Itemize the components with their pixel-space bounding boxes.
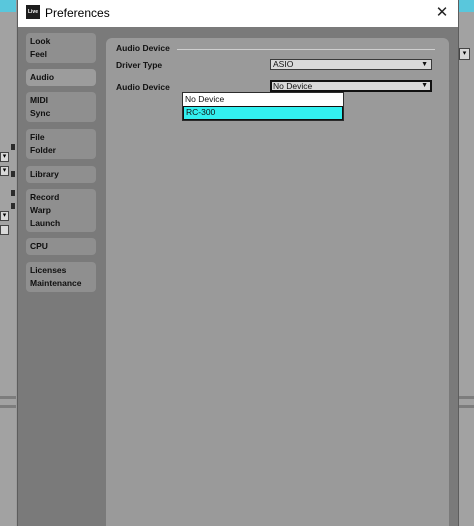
tab-label: Library xyxy=(30,169,59,179)
tab-library[interactable]: Library xyxy=(26,166,96,183)
tab-cpu[interactable]: CPU xyxy=(26,238,96,255)
app-logo-icon: Live xyxy=(26,5,40,19)
close-icon: ✕ xyxy=(435,4,449,21)
tab-label: MIDI xyxy=(30,95,48,105)
background-divider xyxy=(0,396,16,399)
background-marker xyxy=(11,203,15,209)
tab-licenses-maintenance[interactable]: Licenses Maintenance xyxy=(26,262,96,292)
background-dropdown[interactable]: ▾ xyxy=(459,48,470,60)
audio-device-menu: No Device RC-300 xyxy=(182,92,344,121)
audio-device-label: Audio Device xyxy=(116,82,170,92)
audio-device-dropdown[interactable]: No Device ▼ xyxy=(270,80,432,92)
background-app-left: ▾ ▾ ▾ xyxy=(0,0,16,526)
chevron-down-icon: ▼ xyxy=(421,61,428,68)
tab-label: Maintenance xyxy=(30,278,82,288)
tab-label: Audio xyxy=(30,72,55,82)
background-marker xyxy=(11,171,15,177)
chevron-down-icon: ▼ xyxy=(421,82,428,89)
section-divider xyxy=(177,49,435,50)
driver-type-value: ASIO xyxy=(273,59,294,69)
menu-item-rc-300[interactable]: RC-300 xyxy=(183,106,343,120)
tab-look-feel[interactable]: Look Feel xyxy=(26,33,96,63)
background-marker xyxy=(11,190,15,196)
driver-type-label: Driver Type xyxy=(116,60,163,70)
tab-label: Launch xyxy=(30,218,61,228)
section-title: Audio Device xyxy=(116,43,170,53)
menu-item-no-device[interactable]: No Device xyxy=(183,93,343,106)
tab-label: Warp xyxy=(30,205,51,215)
background-divider xyxy=(457,396,474,399)
tab-audio[interactable]: Audio xyxy=(26,69,96,86)
background-field[interactable] xyxy=(0,225,9,235)
tab-label: Feel xyxy=(30,49,48,59)
preferences-window: Live Preferences ✕ Look Feel Audio MIDI … xyxy=(17,0,459,526)
title-bar[interactable]: Live Preferences ✕ xyxy=(18,0,458,27)
background-marker xyxy=(11,144,15,150)
tab-label: CPU xyxy=(30,241,48,251)
tab-label: Folder xyxy=(30,145,56,155)
background-divider xyxy=(0,405,16,408)
window-title: Preferences xyxy=(45,6,110,20)
tab-label: Licenses xyxy=(30,265,67,275)
background-app-header xyxy=(0,0,16,12)
audio-device-value: No Device xyxy=(273,81,313,91)
background-divider xyxy=(457,405,474,408)
tab-label: Sync xyxy=(30,108,51,118)
driver-type-dropdown[interactable]: ASIO ▼ xyxy=(270,59,432,70)
tab-record-warp-launch[interactable]: Record Warp Launch xyxy=(26,189,96,232)
tab-label: File xyxy=(30,132,45,142)
background-app-right: ▾ xyxy=(457,0,474,526)
tab-file-folder[interactable]: File Folder xyxy=(26,129,96,159)
background-dropdown[interactable]: ▾ xyxy=(0,211,9,221)
tab-label: Record xyxy=(30,192,60,202)
tab-midi-sync[interactable]: MIDI Sync xyxy=(26,92,96,122)
close-button[interactable]: ✕ xyxy=(432,3,452,23)
background-dropdown[interactable]: ▾ xyxy=(0,152,9,162)
tab-label: Look xyxy=(30,36,51,46)
background-app-header xyxy=(457,0,474,12)
background-dropdown[interactable]: ▾ xyxy=(0,166,9,176)
